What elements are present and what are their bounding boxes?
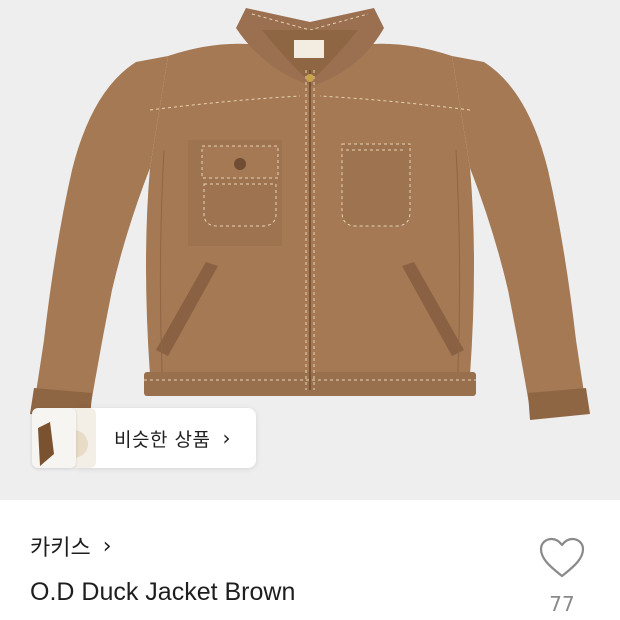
brand-link[interactable]: 카키스 › bbox=[30, 530, 112, 562]
similar-products-label: 비슷한 상품 bbox=[114, 428, 211, 451]
product-title: O.D Duck Jacket Brown bbox=[30, 578, 296, 606]
brand-name: 카키스 bbox=[30, 536, 91, 561]
similar-thumbnails bbox=[32, 408, 96, 468]
product-image[interactable]: 비슷한 상품 › bbox=[0, 0, 620, 500]
like-count: 77 bbox=[549, 592, 575, 616]
similar-products-button[interactable]: 비슷한 상품 › bbox=[72, 408, 257, 468]
chevron-right-icon: › bbox=[102, 533, 112, 559]
heart-icon bbox=[539, 537, 585, 578]
similar-products[interactable]: 비슷한 상품 › bbox=[32, 408, 257, 468]
like-button[interactable]: 77 bbox=[534, 536, 590, 616]
similar-thumbnail bbox=[32, 408, 76, 468]
chevron-right-icon: › bbox=[222, 426, 231, 450]
